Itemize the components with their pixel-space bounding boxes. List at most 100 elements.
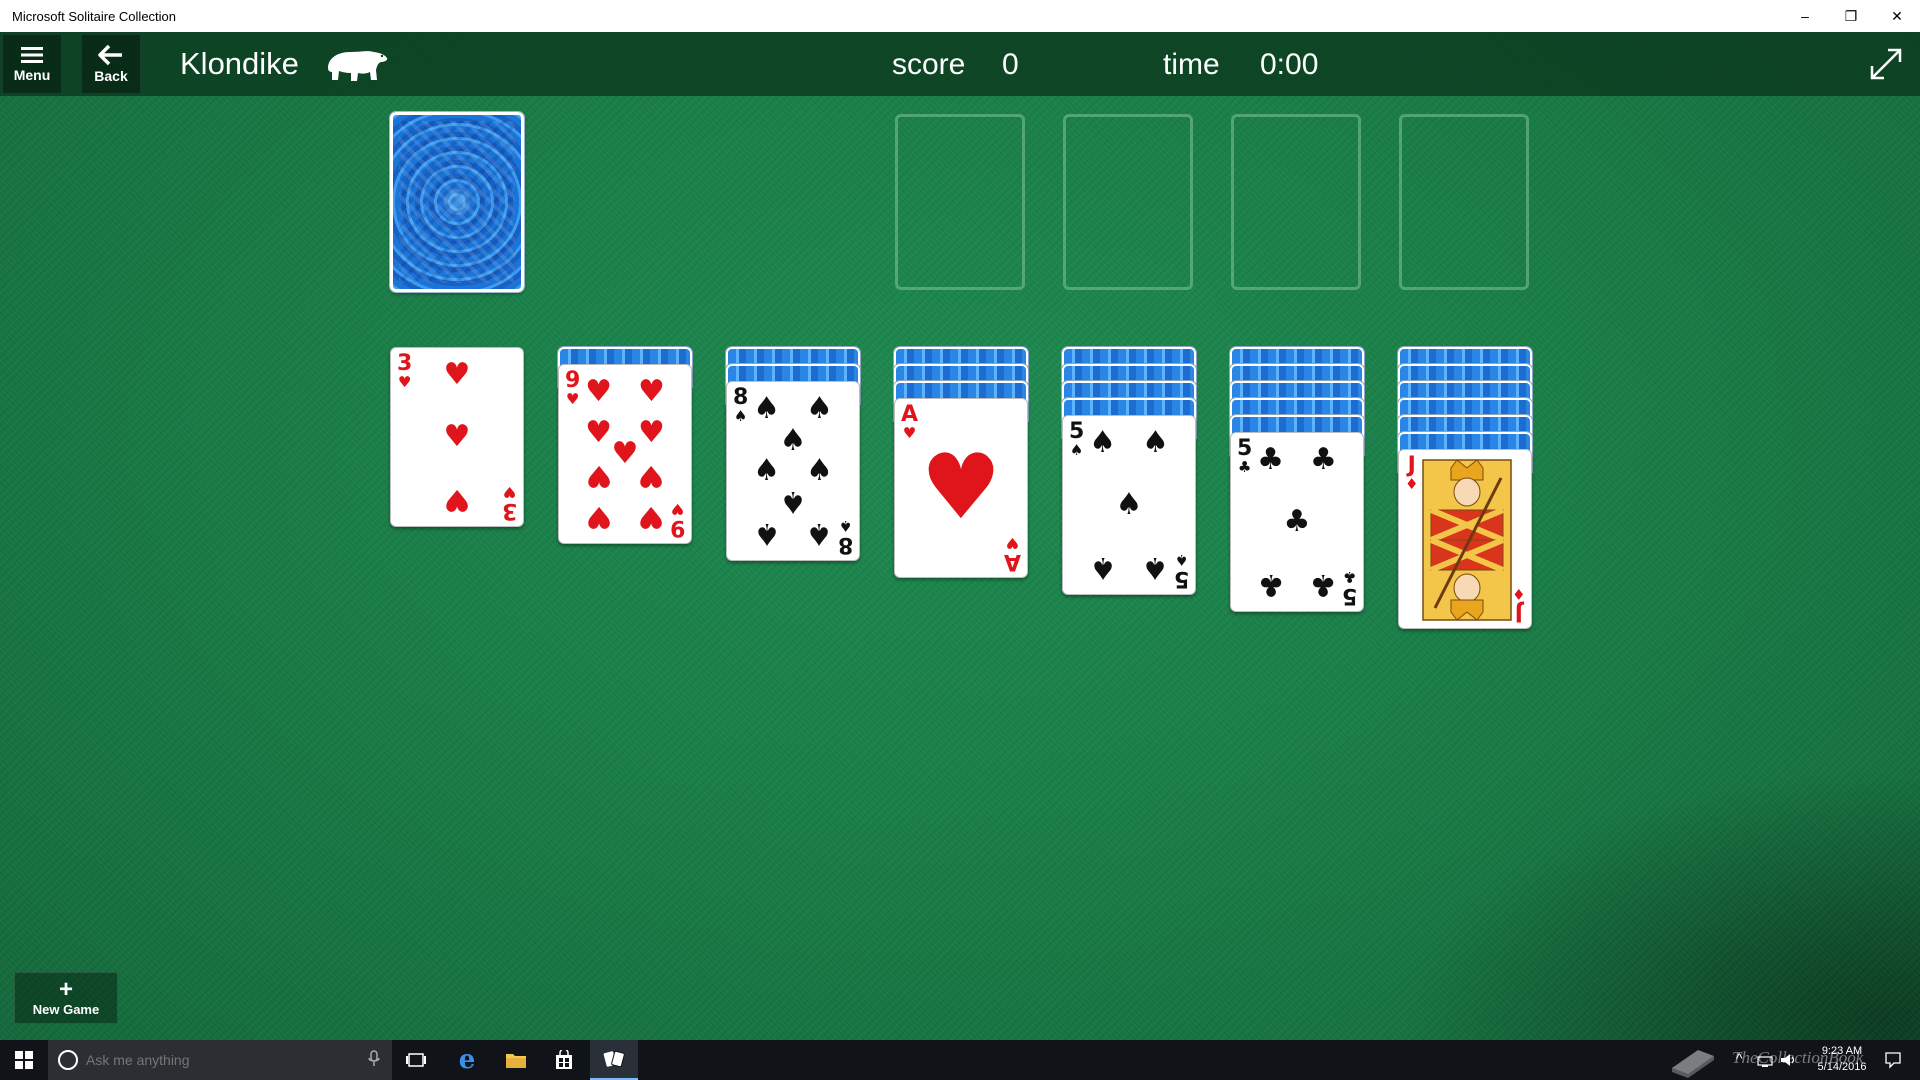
card-rank: A (1003, 549, 1021, 574)
close-button[interactable]: ✕ (1874, 0, 1920, 32)
foundation-slot[interactable] (1231, 114, 1361, 290)
time-value: 0:00 (1260, 48, 1319, 81)
card-pip: ♥ (920, 435, 1002, 540)
card-pip: ♠ (753, 453, 781, 488)
card-suit: ♦ (1511, 585, 1525, 603)
minimize-button[interactable]: – (1782, 0, 1828, 32)
network-icon[interactable] (1757, 1052, 1773, 1068)
search-input[interactable] (86, 1052, 366, 1068)
card-suit: ♥ (397, 373, 412, 391)
card-pip: ♠ (1115, 487, 1143, 522)
jack-face-art (1421, 458, 1513, 622)
card-corner-top: 9 ♥ (565, 370, 580, 407)
card-pip: ♠ (753, 390, 781, 426)
card-rank: 5 (1237, 436, 1253, 461)
card-corner-bottom: J ♦ (1511, 585, 1525, 625)
card-pip: ♥ (585, 458, 613, 494)
menu-button-label: Menu (13, 67, 51, 83)
card-pip: ♣ (1309, 567, 1337, 603)
card-rank: 9 (669, 515, 685, 540)
card-suit: ♦ (1405, 475, 1419, 493)
back-button-label: Back (94, 68, 128, 84)
action-center-icon[interactable] (1884, 1051, 1902, 1069)
menu-button[interactable]: Menu (2, 34, 62, 94)
card-suit: ♣ (1342, 568, 1357, 586)
file-explorer-icon[interactable] (492, 1040, 540, 1080)
card-pip: ♠ (805, 390, 833, 426)
card-pip: ♥ (443, 356, 471, 392)
card-corner-bottom: 8 ♠ (837, 517, 853, 557)
face-up-card[interactable]: 8 ♠ 8 ♠ ♠ ♠ ♠ ♠ ♠ ♠ ♠ ♠ (726, 381, 860, 561)
store-icon[interactable] (540, 1040, 588, 1080)
card-pip: ♣ (1257, 441, 1285, 477)
card-pip: ♠ (779, 422, 807, 458)
taskbar: e TheCollectionBook ^ 9:23 AM 5/14/2016 (0, 1040, 1920, 1080)
new-game-button[interactable]: + New Game (14, 972, 118, 1024)
card-pip: ♥ (585, 373, 613, 409)
cortana-icon (58, 1050, 78, 1070)
taskbar-search[interactable] (48, 1040, 392, 1080)
solitaire-app-icon[interactable] (590, 1040, 638, 1080)
volume-icon[interactable] (1780, 1052, 1798, 1068)
windows-start-icon[interactable] (0, 1040, 48, 1080)
card-pip: ♠ (1141, 550, 1169, 586)
card-pip: ♣ (1257, 567, 1285, 603)
tray-clock[interactable]: 9:23 AM 5/14/2016 (1802, 1043, 1882, 1075)
card-rank: 8 (837, 532, 853, 557)
face-up-card[interactable]: A ♥ A ♥ ♥ (894, 398, 1028, 578)
tray-chevron-icon[interactable]: ^ (1736, 1050, 1743, 1066)
face-up-card[interactable]: J ♦ J ♦ (1398, 449, 1532, 629)
card-corner-top: 5 ♠ (1069, 421, 1084, 458)
card-suit: ♠ (1069, 441, 1084, 459)
task-view-icon[interactable] (392, 1040, 440, 1080)
card-corner-bottom: 3 ♥ (501, 483, 517, 523)
card-corner-bottom: 9 ♥ (669, 500, 685, 540)
foundation-slot[interactable] (1063, 114, 1193, 290)
card-pip: ♥ (585, 499, 613, 535)
new-game-label: New Game (32, 1001, 100, 1017)
card-suit: ♥ (670, 500, 685, 518)
card-corner-bottom: 5 ♣ (1342, 568, 1357, 608)
microphone-icon[interactable] (368, 1050, 380, 1068)
card-rank: 8 (733, 385, 749, 410)
face-up-card[interactable]: 9 ♥ 9 ♥ ♥ ♥ ♥ ♥ ♥ ♥ ♥ ♥ ♥ (558, 364, 692, 544)
card-pip: ♥ (585, 414, 613, 450)
fullscreen-icon[interactable] (1868, 46, 1904, 82)
foundation-slot[interactable] (895, 114, 1025, 290)
card-pip: ♥ (637, 458, 665, 494)
card-corner-top: J ♦ (1405, 455, 1418, 492)
card-rank: J (1407, 453, 1416, 478)
card-pip: ♠ (753, 516, 781, 552)
card-pip: ♥ (443, 419, 471, 454)
card-rank: J (1514, 600, 1523, 625)
card-suit: ♥ (565, 390, 580, 408)
card-pip: ♠ (1141, 424, 1169, 460)
time-label: time (1163, 48, 1220, 81)
plus-icon: + (58, 975, 73, 1003)
face-up-card[interactable]: 5 ♣ 5 ♣ ♣ ♣ ♣ ♣ ♣ (1230, 432, 1364, 612)
card-corner-top: 5 ♣ (1237, 438, 1252, 475)
stock-pile[interactable] (389, 111, 525, 293)
score-label: score (892, 48, 966, 81)
arrow-left-icon (98, 44, 122, 66)
maximize-button[interactable]: ❐ (1828, 0, 1874, 32)
face-up-card[interactable]: 5 ♠ 5 ♠ ♠ ♠ ♠ ♠ ♠ (1062, 415, 1196, 595)
card-rank: 3 (501, 498, 517, 523)
card-rank: 9 (565, 368, 581, 393)
back-button[interactable]: Back (81, 34, 141, 94)
card-pip: ♠ (805, 453, 833, 488)
window-title: Microsoft Solitaire Collection (12, 8, 177, 24)
card-rank: 5 (1173, 566, 1189, 591)
foundation-slot[interactable] (1399, 114, 1529, 290)
card-suit: ♣ (1237, 458, 1252, 476)
polar-bear-icon (328, 51, 388, 81)
card-pip: ♥ (443, 482, 471, 518)
edge-browser-icon[interactable]: e (443, 1040, 491, 1080)
card-pip: ♥ (637, 499, 665, 535)
card-pip: ♣ (1283, 504, 1311, 539)
game-board: Menu Back Klondike score 0 time 0:00 3 ♥ 3… (0, 32, 1920, 1040)
card-corner-top: 3 ♥ (397, 353, 412, 390)
face-up-card[interactable]: 3 ♥ 3 ♥ ♥ ♥ ♥ (390, 347, 524, 527)
game-toolbar: Menu Back Klondike score 0 time 0:00 (0, 32, 1920, 96)
score-value: 0 (1002, 48, 1019, 81)
